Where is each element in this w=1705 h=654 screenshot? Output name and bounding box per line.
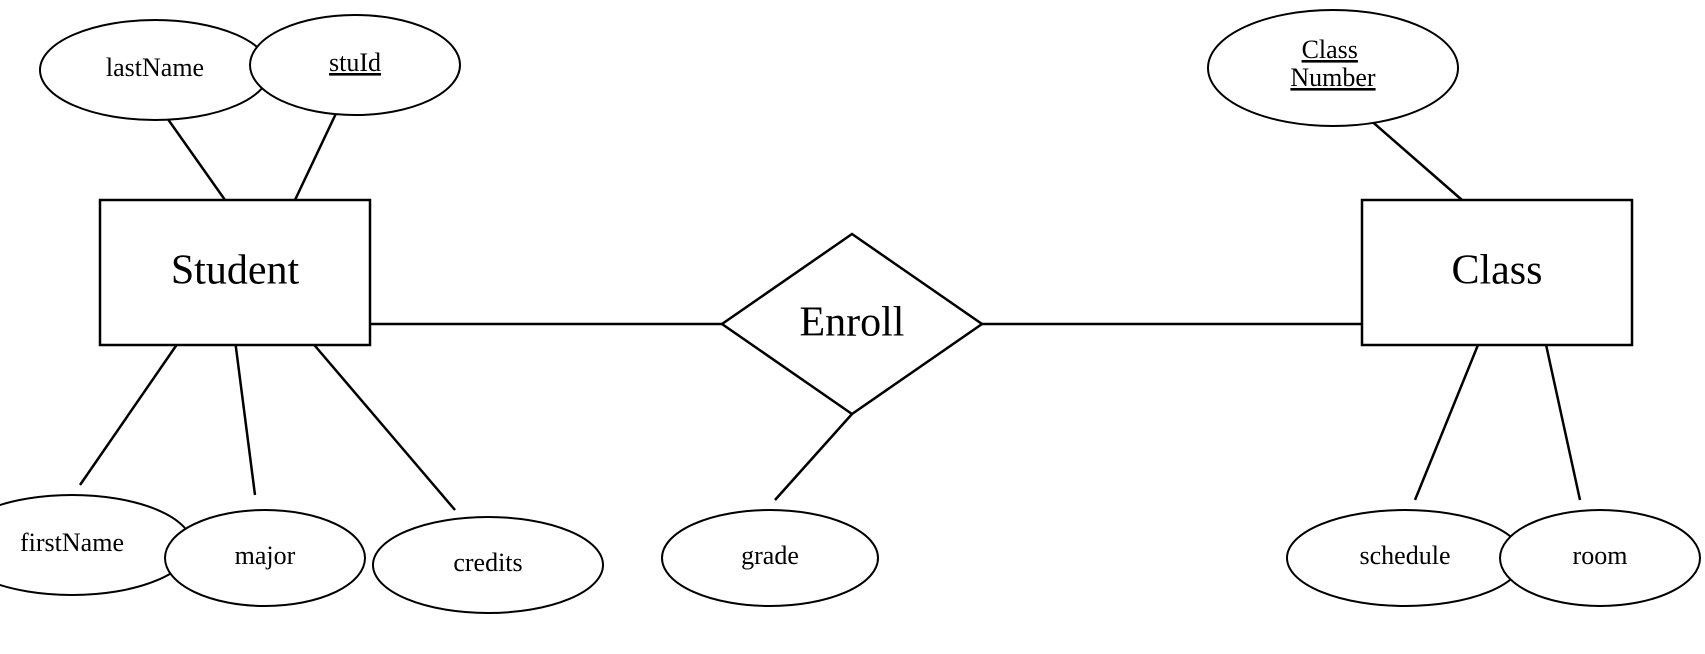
conn-student-credits: [310, 340, 455, 510]
major-text: major: [235, 541, 296, 570]
schedule-text: schedule: [1360, 541, 1451, 570]
er-diagram: Enroll Student Class lastName stuId firs…: [0, 0, 1705, 649]
conn-class-room: [1545, 340, 1580, 500]
credits-text: credits: [453, 548, 522, 577]
conn-enroll-grade: [775, 414, 852, 500]
room-text: room: [1573, 541, 1628, 570]
conn-lastname-student: [165, 115, 225, 200]
stuid-text: stuId: [329, 48, 381, 77]
conn-student-major: [235, 340, 255, 495]
student-label: Student: [171, 248, 300, 294]
grade-text: grade: [741, 541, 799, 570]
class-label: Class: [1451, 248, 1542, 294]
enroll-label: Enroll: [800, 300, 905, 346]
classnumber-text: Class Number: [1290, 35, 1376, 92]
conn-student-firstname: [80, 340, 180, 485]
lastname-text: lastName: [106, 53, 204, 82]
conn-class-schedule: [1415, 340, 1480, 500]
firstname-text: firstName: [20, 528, 124, 557]
conn-classnumber-class: [1368, 118, 1462, 200]
conn-stuid-student: [295, 105, 340, 200]
